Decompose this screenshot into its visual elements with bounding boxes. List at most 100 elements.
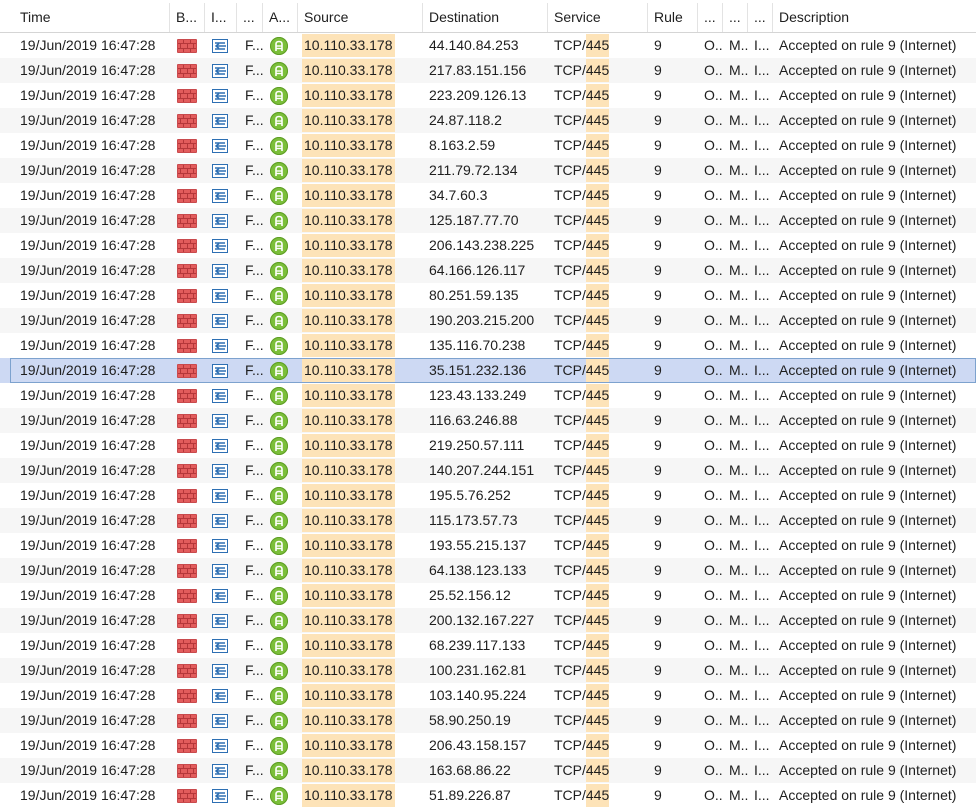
column-header-origin[interactable]: ... [237,3,263,32]
destination-cell[interactable]: 34.7.60.3 [423,183,548,208]
table-row[interactable]: 19/Jun/2019 16:47:28 F... 10.110.33.178 140… [0,458,976,483]
table-row[interactable]: 19/Jun/2019 16:47:28 F... 10.110.33.178 206… [0,233,976,258]
destination-cell[interactable]: 80.251.59.135 [423,283,548,308]
table-row[interactable]: 19/Jun/2019 16:47:28 F... 10.110.33.178 44.… [0,33,976,58]
table-row[interactable]: 19/Jun/2019 16:47:28 F... 10.110.33.178 190… [0,308,976,333]
source-cell[interactable]: 10.110.33.178 [298,133,423,158]
table-row[interactable]: 19/Jun/2019 16:47:28 F... 10.110.33.178 211… [0,158,976,183]
destination-cell[interactable]: 100.231.162.81 [423,658,548,683]
destination-cell[interactable]: 140.207.244.151 [423,458,548,483]
destination-cell[interactable]: 116.63.246.88 [423,408,548,433]
source-cell[interactable]: 10.110.33.178 [298,33,423,58]
source-cell[interactable]: 10.110.33.178 [298,708,423,733]
source-cell[interactable]: 10.110.33.178 [298,633,423,658]
source-cell[interactable]: 10.110.33.178 [298,83,423,108]
table-row[interactable]: 19/Jun/2019 16:47:28 F... 10.110.33.178 193… [0,533,976,558]
table-row[interactable]: 19/Jun/2019 16:47:28 F... 10.110.33.178 116… [0,408,976,433]
destination-cell[interactable]: 103.140.95.224 [423,683,548,708]
destination-cell[interactable]: 58.90.250.19 [423,708,548,733]
source-cell[interactable]: 10.110.33.178 [298,458,423,483]
source-cell[interactable]: 10.110.33.178 [298,733,423,758]
source-cell[interactable]: 10.110.33.178 [298,758,423,783]
source-cell[interactable]: 10.110.33.178 [298,158,423,183]
source-cell[interactable]: 10.110.33.178 [298,233,423,258]
column-header-blade[interactable]: B... [170,3,205,32]
table-row[interactable]: 19/Jun/2019 16:47:28 F... 10.110.33.178 24.… [0,108,976,133]
destination-cell[interactable]: 217.83.151.156 [423,58,548,83]
table-row[interactable]: 19/Jun/2019 16:47:28 F... 10.110.33.178 219… [0,433,976,458]
destination-cell[interactable]: 135.116.70.238 [423,333,548,358]
destination-cell[interactable]: 24.87.118.2 [423,108,548,133]
destination-cell[interactable]: 125.187.77.70 [423,208,548,233]
source-cell[interactable]: 10.110.33.178 [298,608,423,633]
source-cell[interactable]: 10.110.33.178 [298,283,423,308]
source-cell[interactable]: 10.110.33.178 [298,658,423,683]
destination-cell[interactable]: 44.140.84.253 [423,33,548,58]
column-header-description[interactable]: Description [773,3,976,32]
table-row[interactable]: 19/Jun/2019 16:47:28 F... 10.110.33.178 25.… [0,583,976,608]
column-header-destination[interactable]: Destination [423,3,548,32]
source-cell[interactable]: 10.110.33.178 [298,583,423,608]
source-cell[interactable]: 10.110.33.178 [298,508,423,533]
table-row[interactable]: 19/Jun/2019 16:47:28 F... 10.110.33.178 35.… [0,358,976,383]
destination-cell[interactable]: 8.163.2.59 [423,133,548,158]
destination-cell[interactable]: 206.43.158.157 [423,733,548,758]
column-header-time[interactable]: Time [14,3,170,32]
destination-cell[interactable]: 115.173.57.73 [423,508,548,533]
table-row[interactable]: 19/Jun/2019 16:47:28 F... 10.110.33.178 163… [0,758,976,783]
table-row[interactable]: 19/Jun/2019 16:47:28 F... 10.110.33.178 135… [0,333,976,358]
destination-cell[interactable]: 206.143.238.225 [423,233,548,258]
source-cell[interactable]: 10.110.33.178 [298,208,423,233]
destination-cell[interactable]: 195.5.76.252 [423,483,548,508]
destination-cell[interactable]: 163.68.86.22 [423,758,548,783]
source-cell[interactable]: 10.110.33.178 [298,333,423,358]
table-row[interactable]: 19/Jun/2019 16:47:28 F... 10.110.33.178 64.… [0,558,976,583]
table-row[interactable]: 19/Jun/2019 16:47:28 F... 10.110.33.178 51.… [0,783,976,808]
column-header-col-2[interactable]: ... [723,3,748,32]
destination-cell[interactable]: 219.250.57.111 [423,433,548,458]
table-row[interactable]: 19/Jun/2019 16:47:28 F... 10.110.33.178 80.… [0,283,976,308]
source-cell[interactable]: 10.110.33.178 [298,108,423,133]
table-row[interactable]: 19/Jun/2019 16:47:28 F... 10.110.33.178 8.1… [0,133,976,158]
destination-cell[interactable]: 123.43.133.249 [423,383,548,408]
source-cell[interactable]: 10.110.33.178 [298,183,423,208]
destination-cell[interactable]: 200.132.167.227 [423,608,548,633]
table-row[interactable]: 19/Jun/2019 16:47:28 F... 10.110.33.178 195… [0,483,976,508]
table-row[interactable]: 19/Jun/2019 16:47:28 F... 10.110.33.178 125… [0,208,976,233]
source-cell[interactable]: 10.110.33.178 [298,58,423,83]
table-row[interactable]: 19/Jun/2019 16:47:28 F... 10.110.33.178 206… [0,733,976,758]
column-header-rule[interactable]: Rule [648,3,698,32]
table-row[interactable]: 19/Jun/2019 16:47:28 F... 10.110.33.178 100… [0,658,976,683]
destination-cell[interactable]: 211.79.72.134 [423,158,548,183]
destination-cell[interactable]: 64.138.123.133 [423,558,548,583]
table-row[interactable]: 19/Jun/2019 16:47:28 F... 10.110.33.178 64.… [0,258,976,283]
column-header-action[interactable]: A... [263,3,298,32]
source-cell[interactable]: 10.110.33.178 [298,683,423,708]
table-row[interactable]: 19/Jun/2019 16:47:28 F... 10.110.33.178 103… [0,683,976,708]
source-cell[interactable]: 10.110.33.178 [298,383,423,408]
destination-cell[interactable]: 223.209.126.13 [423,83,548,108]
destination-cell[interactable]: 64.166.126.117 [423,258,548,283]
table-row[interactable]: 19/Jun/2019 16:47:28 F... 10.110.33.178 58.… [0,708,976,733]
source-cell[interactable]: 10.110.33.178 [298,558,423,583]
destination-cell[interactable]: 68.239.117.133 [423,633,548,658]
column-header-source[interactable]: Source [298,3,423,32]
column-header-col-1[interactable]: ... [698,3,723,32]
source-cell[interactable]: 10.110.33.178 [298,258,423,283]
table-row[interactable]: 19/Jun/2019 16:47:28 F... 10.110.33.178 200… [0,608,976,633]
destination-cell[interactable]: 193.55.215.137 [423,533,548,558]
source-cell[interactable]: 10.110.33.178 [298,408,423,433]
source-cell[interactable]: 10.110.33.178 [298,358,423,383]
table-row[interactable]: 19/Jun/2019 16:47:28 F... 10.110.33.178 68.… [0,633,976,658]
source-cell[interactable]: 10.110.33.178 [298,308,423,333]
column-header-service[interactable]: Service [548,3,648,32]
table-row[interactable]: 19/Jun/2019 16:47:28 F... 10.110.33.178 217… [0,58,976,83]
table-row[interactable]: 19/Jun/2019 16:47:28 F... 10.110.33.178 223… [0,83,976,108]
source-cell[interactable]: 10.110.33.178 [298,483,423,508]
table-row[interactable]: 19/Jun/2019 16:47:28 F... 10.110.33.178 123… [0,383,976,408]
source-cell[interactable]: 10.110.33.178 [298,433,423,458]
source-cell[interactable]: 10.110.33.178 [298,533,423,558]
destination-cell[interactable]: 25.52.156.12 [423,583,548,608]
column-header-interface[interactable]: I... [205,3,237,32]
destination-cell[interactable]: 190.203.215.200 [423,308,548,333]
